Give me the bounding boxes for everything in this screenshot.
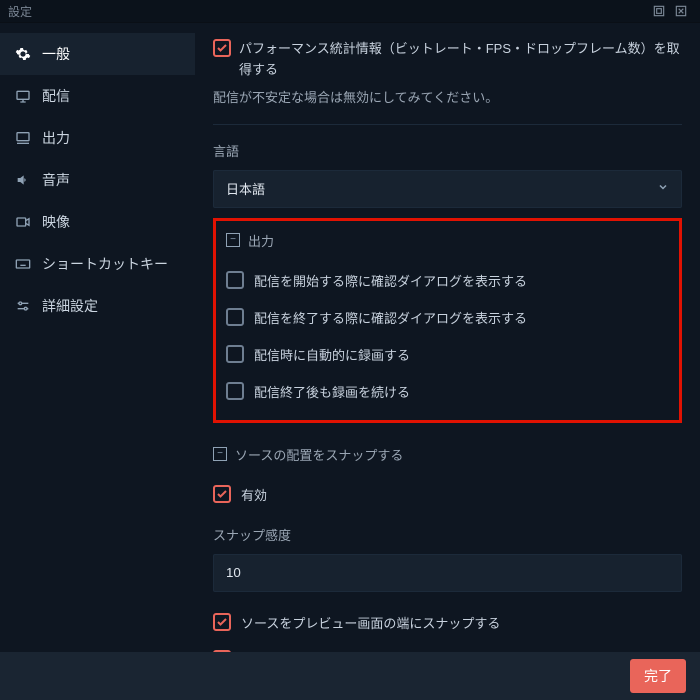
checkbox-keep-recording[interactable] (226, 382, 244, 400)
sidebar-item-stream[interactable]: 配信 (0, 75, 195, 117)
collapse-icon: − (226, 233, 240, 247)
check-icon (216, 42, 228, 54)
footer: 完了 (0, 652, 700, 700)
snap-title: ソースの配置をスナップする (235, 445, 403, 464)
language-value: 日本語 (226, 179, 265, 198)
sidebar-item-label: ショートカットキー (42, 254, 168, 274)
maximize-icon (652, 4, 666, 18)
sidebar-item-output[interactable]: 出力 (0, 117, 195, 159)
checkbox-label: 配信を開始する際に確認ダイアログを表示する (254, 271, 527, 290)
sidebar-item-video[interactable]: 映像 (0, 201, 195, 243)
checkbox-label: 配信時に自動的に録画する (254, 345, 410, 364)
sidebar-item-audio[interactable]: 音声 (0, 159, 195, 201)
divider (213, 124, 682, 125)
checkbox-confirm-stop[interactable] (226, 308, 244, 326)
language-select[interactable]: 日本語 (213, 170, 682, 208)
sidebar-item-label: 配信 (42, 86, 70, 106)
video-icon (14, 214, 32, 230)
close-button[interactable] (670, 0, 692, 22)
checkbox-perf-stats[interactable] (213, 39, 231, 57)
monitor-icon (14, 130, 32, 146)
checkbox-label: ソースをプレビュー画面の端にスナップする (241, 613, 500, 632)
sidebar: 一般 配信 出力 音声 映像 ショートカットキー 詳細設定 (0, 23, 195, 652)
sidebar-item-hotkeys[interactable]: ショートカットキー (0, 243, 195, 285)
output-section-highlight: − 出力 配信を開始する際に確認ダイアログを表示する 配信を終了する際に確認ダイ… (213, 218, 682, 423)
checkbox-label: 配信を終了する際に確認ダイアログを表示する (254, 308, 527, 327)
checkbox-auto-record[interactable] (226, 345, 244, 363)
checkbox-label: 配信終了後も録画を続ける (254, 382, 410, 401)
sidebar-item-label: 一般 (42, 44, 70, 64)
output-title: 出力 (248, 231, 274, 250)
checkbox-snap-enable[interactable] (213, 485, 231, 503)
perf-note: 配信が不安定な場合は無効にしてみてください。 (213, 87, 682, 106)
checkbox-confirm-start[interactable] (226, 271, 244, 289)
sidebar-item-label: 詳細設定 (42, 296, 98, 316)
window-title: 設定 (8, 3, 32, 20)
volume-icon (14, 172, 32, 188)
gear-icon (14, 46, 32, 62)
sidebar-item-label: 映像 (42, 212, 70, 232)
content-panel: パフォーマンス統計情報（ビットレート・FPS・ドロップフレーム数）を取得する 配… (195, 23, 700, 652)
sidebar-item-advanced[interactable]: 詳細設定 (0, 285, 195, 327)
keyboard-icon (14, 256, 32, 272)
snap-section-header[interactable]: − ソースの配置をスナップする (213, 445, 682, 464)
snap-sensitivity-input[interactable] (213, 554, 682, 592)
broadcast-icon (14, 88, 32, 104)
sliders-icon (14, 298, 32, 314)
done-button[interactable]: 完了 (630, 659, 686, 693)
checkbox-label: 有効 (241, 485, 267, 504)
perf-label: パフォーマンス統計情報（ビットレート・FPS・ドロップフレーム数）を取得する (239, 39, 682, 81)
sidebar-item-label: 音声 (42, 170, 70, 190)
close-icon (674, 4, 688, 18)
collapse-icon: − (213, 447, 227, 461)
sidebar-item-label: 出力 (42, 128, 70, 148)
chevron-down-icon (657, 181, 669, 196)
check-icon (216, 616, 228, 628)
checkbox-snap-edge[interactable] (213, 613, 231, 631)
maximize-button[interactable] (648, 0, 670, 22)
language-label: 言語 (213, 141, 682, 160)
titlebar: 設定 (0, 0, 700, 23)
sidebar-item-general[interactable]: 一般 (0, 33, 195, 75)
check-icon (216, 488, 228, 500)
output-section-header[interactable]: − 出力 (226, 231, 669, 250)
snap-sensitivity-label: スナップ感度 (213, 525, 682, 544)
